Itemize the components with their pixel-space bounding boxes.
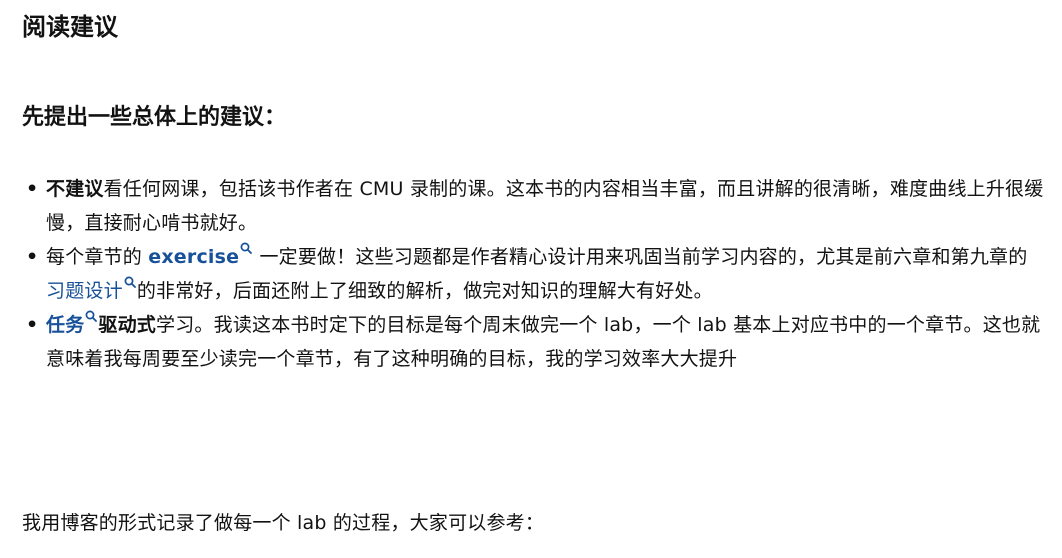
article-section: 阅读建议 先提出一些总体上的建议： • 不建议看任何网课，包括该书作者在 CMU… [0, 0, 1062, 558]
item-text: 每个章节的 [46, 246, 149, 268]
exercise-link-label[interactable]: exercise [148, 246, 239, 268]
search-icon[interactable] [85, 310, 98, 322]
exercise-link[interactable]: exercise [148, 242, 253, 268]
bullet: • [26, 178, 39, 200]
exercise-design-link[interactable]: 习题设计 [46, 276, 137, 302]
item-text: 一定要做！这些习题都是作者精心设计用来巩固当前学习内容的，尤其是前六章和第九章的 [253, 246, 1028, 268]
bullet: • [26, 314, 39, 336]
exercise-design-link-label[interactable]: 习题设计 [46, 280, 123, 302]
closing-paragraph: 我用博客的形式记录了做每一个 lab 的过程，大家可以参考： [22, 512, 545, 534]
list-item: • 每个章节的 exercise 一定要做！这些习题都是作者精心设计用来巩固当前… [22, 240, 1046, 308]
task-link-label[interactable]: 任务 [46, 314, 84, 336]
bold-text: 不建议 [46, 178, 104, 200]
bullet: • [26, 246, 39, 268]
search-icon[interactable] [124, 276, 136, 288]
task-link[interactable]: 任务 [46, 310, 98, 336]
list-item: • 任务 驱动式学习。我读这本书时定下的目标是每个周末做完一个 lab，一个 la… [22, 308, 1046, 376]
suggestion-list: • 不建议看任何网课，包括该书作者在 CMU 录制的课。这本书的内容相当丰富，而… [22, 172, 1046, 376]
item-text: 的非常好，后面还附上了细致的解析，做完对知识的理解大有好处。 [136, 280, 713, 302]
bold-text: 驱动式 [98, 314, 157, 336]
section-subheading: 先提出一些总体上的建议： [22, 105, 287, 130]
search-icon[interactable] [240, 242, 253, 254]
section-heading: 阅读建议 [22, 13, 118, 41]
item-text: 学习。我读这本书时定下的目标是每个周末做完一个 lab，一个 lab 基本上对应… [46, 314, 1041, 370]
item-text: 看任何网课，包括该书作者在 CMU 录制的课。这本书的内容相当丰富，而且讲解的很… [46, 178, 1044, 234]
list-item: • 不建议看任何网课，包括该书作者在 CMU 录制的课。这本书的内容相当丰富，而… [22, 172, 1046, 240]
